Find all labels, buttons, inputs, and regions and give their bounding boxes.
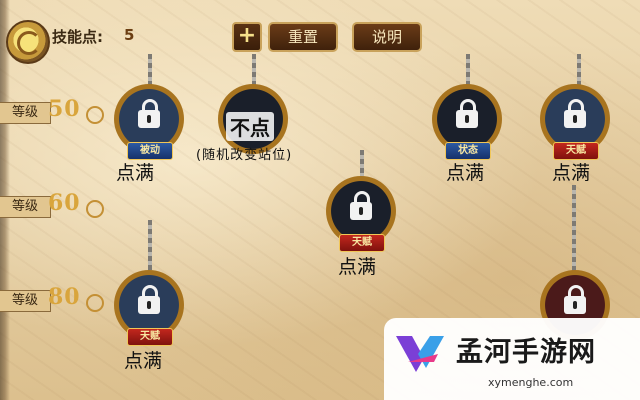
help-button[interactable]: 说明 — [352, 22, 422, 52]
skill-type-badge: 天赋 — [339, 234, 385, 252]
level-plaque-60: 等级 60 — [0, 190, 104, 220]
level-tag: 等级 — [0, 196, 51, 218]
level-number: 60 — [48, 190, 104, 218]
top-bar: 技能点: 5 + 重置 说明 — [0, 18, 640, 64]
lock-icon — [138, 99, 160, 130]
lock-icon — [564, 285, 586, 316]
skill-node-talent[interactable]: 天赋 — [326, 176, 396, 252]
lock-icon — [138, 285, 160, 316]
level-number: 50 — [48, 96, 104, 124]
skill-status-text: 点满 — [338, 256, 377, 278]
skill-status-text: 不点 — [226, 112, 274, 141]
level-tag: 等级 — [0, 102, 51, 124]
watermark: 孟河手游网 xymenghe.com — [384, 318, 640, 400]
level-number: 80 — [48, 284, 104, 312]
skill-status-text: 点满 — [116, 162, 155, 184]
skill-note-text: (随机改变站位) — [196, 148, 293, 163]
add-skill-point-button[interactable]: + — [232, 22, 262, 52]
skill-node-passive[interactable]: 被动 — [114, 84, 184, 160]
watermark-url: xymenghe.com — [488, 376, 574, 389]
snail-emblem-icon — [6, 20, 50, 64]
lock-icon — [350, 191, 372, 222]
watermark-title: 孟河手游网 — [456, 337, 596, 368]
skill-type-badge: 天赋 — [127, 328, 173, 346]
skill-node-talent[interactable]: 天赋 — [114, 270, 184, 346]
skill-node-talent[interactable]: 天赋 — [540, 84, 610, 160]
skill-points-label: 技能点: — [52, 28, 103, 46]
skill-status-text: 点满 — [552, 162, 591, 184]
level-plaque-50: 等级 50 — [0, 96, 104, 126]
skill-status-text: 点满 — [446, 162, 485, 184]
reset-button[interactable]: 重置 — [268, 22, 338, 52]
level-plaque-80: 等级 80 — [0, 284, 104, 314]
chain — [148, 220, 152, 272]
skill-node-state[interactable]: 状态 — [432, 84, 502, 160]
chain — [572, 185, 576, 275]
lock-icon — [456, 99, 478, 130]
skill-points-value: 5 — [124, 26, 135, 44]
skill-status-text: 点满 — [124, 350, 163, 372]
lock-icon — [564, 99, 586, 130]
watermark-logo-icon — [396, 336, 444, 372]
level-tag: 等级 — [0, 290, 51, 312]
chain — [360, 150, 364, 178]
